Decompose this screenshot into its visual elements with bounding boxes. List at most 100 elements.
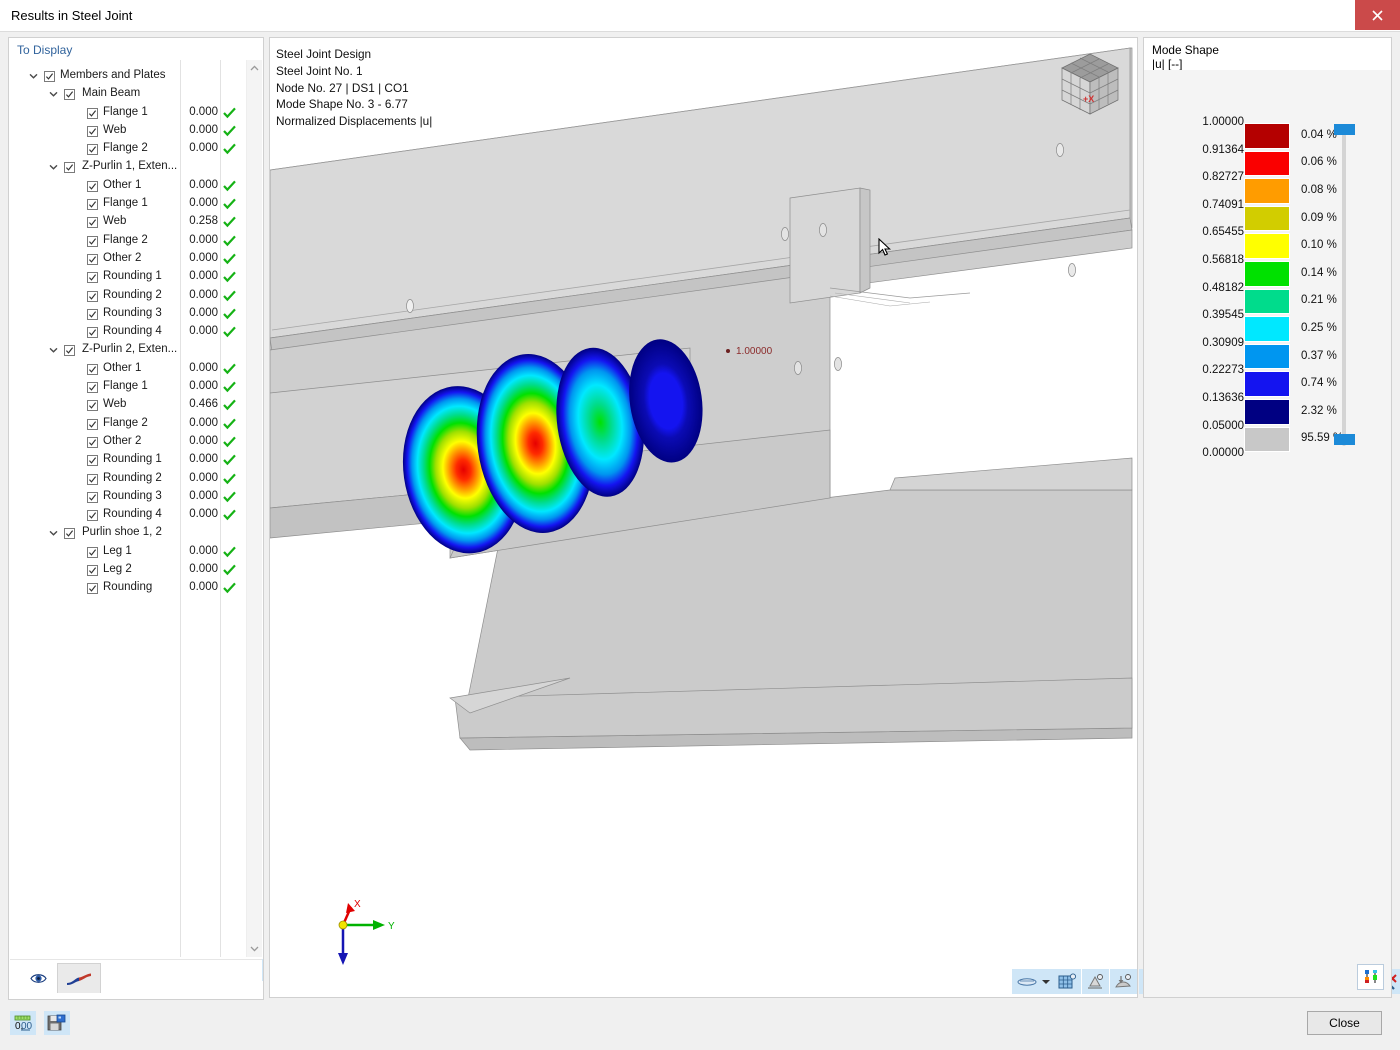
tree-row[interactable]: Rounding 2 0.000 [10,287,260,305]
tree-row[interactable]: Leg 2 0.000 [10,561,260,579]
tree-row[interactable]: Purlin shoe 1, 2 [10,524,260,542]
green-check-icon [223,363,236,374]
scroll-down-button[interactable] [247,941,262,957]
tree-checkbox[interactable] [87,199,98,211]
tree-row[interactable]: Flange 2 0.000 [10,140,260,158]
green-check-icon [223,235,236,246]
tab-results-diagram[interactable] [57,963,101,993]
tree-checkbox[interactable] [87,565,98,577]
load-display-button[interactable] [1110,969,1137,994]
display-tree[interactable]: Members and Plates Main Beam Flange 1 0.000… [10,60,262,957]
scroll-up-button[interactable] [247,60,262,76]
tree-row[interactable]: Other 1 0.000 [10,177,260,195]
tree-row-value: 0.000 [189,361,218,374]
legend-settings-button[interactable] [1357,964,1384,990]
tree-checkbox[interactable] [87,235,98,247]
tree-row[interactable]: Other 2 0.000 [10,433,260,451]
tree-scrollbar[interactable] [246,60,262,957]
tree-checkbox[interactable] [44,71,55,82]
tree-checkbox[interactable] [87,363,98,375]
close-button[interactable]: Close [1307,1011,1382,1035]
nav-cube-label: +X [1083,94,1094,104]
tree-row[interactable]: Flange 1 0.000 [10,378,260,396]
tree-row[interactable]: Leg 1 0.000 [10,543,260,561]
tree-checkbox[interactable] [64,89,75,101]
tree-row-status-check [223,491,236,506]
green-check-icon [223,107,236,118]
tree-checkbox[interactable] [87,473,98,485]
tree-row-value: 0.000 [189,544,218,557]
tree-checkbox[interactable] [87,418,98,430]
check-icon [88,128,97,135]
grid-button[interactable] [1054,969,1081,994]
tree-checkbox[interactable] [64,528,75,540]
legend-band-percent: 0.04 % [1301,128,1337,141]
tree-row[interactable]: Members and Plates [10,67,260,85]
tree-row[interactable]: Web 0.466 [10,396,260,414]
window-close-button[interactable] [1355,0,1400,30]
rendering-mode-button[interactable] [1012,969,1054,994]
tree-row-label: Flange 2 [103,142,148,155]
tree-twisty-15[interactable] [47,341,59,359]
tree-checkbox[interactable] [87,455,98,467]
green-check-icon [223,290,236,301]
tree-checkbox[interactable] [87,272,98,284]
tree-row[interactable]: Rounding 4 0.000 [10,506,260,524]
tree-checkbox[interactable] [64,345,75,357]
tree-twisty-1[interactable] [47,85,59,103]
units-button[interactable]: 0, 00 [10,1011,36,1035]
tree-row[interactable]: Web 0.000 [10,122,260,140]
check-icon [88,494,97,501]
legend-slider-handle-bottom[interactable] [1334,434,1355,445]
tree-checkbox[interactable] [87,491,98,503]
tree-row[interactable]: Flange 1 0.000 [10,195,260,213]
check-icon [65,347,74,355]
tree-row[interactable]: Flange 1 0.000 [10,104,260,122]
tree-checkbox[interactable] [64,162,75,174]
legend-slider-handle-top[interactable] [1334,124,1355,135]
tree-row[interactable]: Rounding 1 0.000 [10,268,260,286]
header-line-4: Normalized Displacements |u| [276,114,433,129]
legend-slider-track[interactable] [1342,134,1346,446]
tree-row[interactable]: Other 2 0.000 [10,250,260,268]
tree-row[interactable]: Flange 2 0.000 [10,232,260,250]
tree-checkbox[interactable] [87,436,98,448]
tab-visibility[interactable] [16,963,60,993]
tree-row-value: 0.000 [189,251,218,264]
tree-checkbox[interactable] [87,546,98,558]
tree-row[interactable]: Flange 2 0.000 [10,415,260,433]
tree-row[interactable]: Z-Purlin 2, Exten... [10,341,260,359]
tree-row[interactable]: Rounding 3 0.000 [10,488,260,506]
save-config-button[interactable] [44,1011,70,1035]
navigation-cube[interactable]: +X [1052,48,1127,120]
tree-row[interactable]: Rounding 4 0.000 [10,323,260,341]
tree-row-label: Flange 1 [103,105,148,118]
tree-twisty-25[interactable] [47,524,59,542]
tree-checkbox[interactable] [87,125,98,137]
tree-row[interactable]: Rounding 3 0.000 [10,305,260,323]
tree-checkbox[interactable] [87,290,98,302]
3d-view[interactable]: 1.00000 Steel Joint Design Steel Joint N… [269,37,1400,998]
tree-checkbox[interactable] [87,510,98,522]
tree-checkbox[interactable] [87,107,98,119]
tree-twisty-0[interactable] [27,67,39,85]
tree-row[interactable]: Rounding 0.000 [10,579,260,597]
tree-checkbox[interactable] [87,217,98,229]
tree-checkbox[interactable] [87,583,98,595]
tree-row[interactable]: Main Beam [10,85,260,103]
tree-checkbox[interactable] [87,308,98,320]
tree-row[interactable]: Other 1 0.000 [10,360,260,378]
tree-row[interactable]: Web 0.258 [10,213,260,231]
tree-checkbox[interactable] [87,400,98,412]
tree-checkbox[interactable] [87,327,98,339]
tree-twisty-5[interactable] [47,158,59,176]
tree-checkbox[interactable] [87,253,98,265]
panel-title: To Display [17,43,73,57]
tree-row[interactable]: Rounding 2 0.000 [10,470,260,488]
tree-checkbox[interactable] [87,180,98,192]
tree-row[interactable]: Z-Purlin 1, Exten... [10,158,260,176]
tree-row[interactable]: Rounding 1 0.000 [10,451,260,469]
tree-checkbox[interactable] [87,382,98,394]
tree-checkbox[interactable] [87,144,98,156]
support-display-button[interactable] [1082,969,1109,994]
